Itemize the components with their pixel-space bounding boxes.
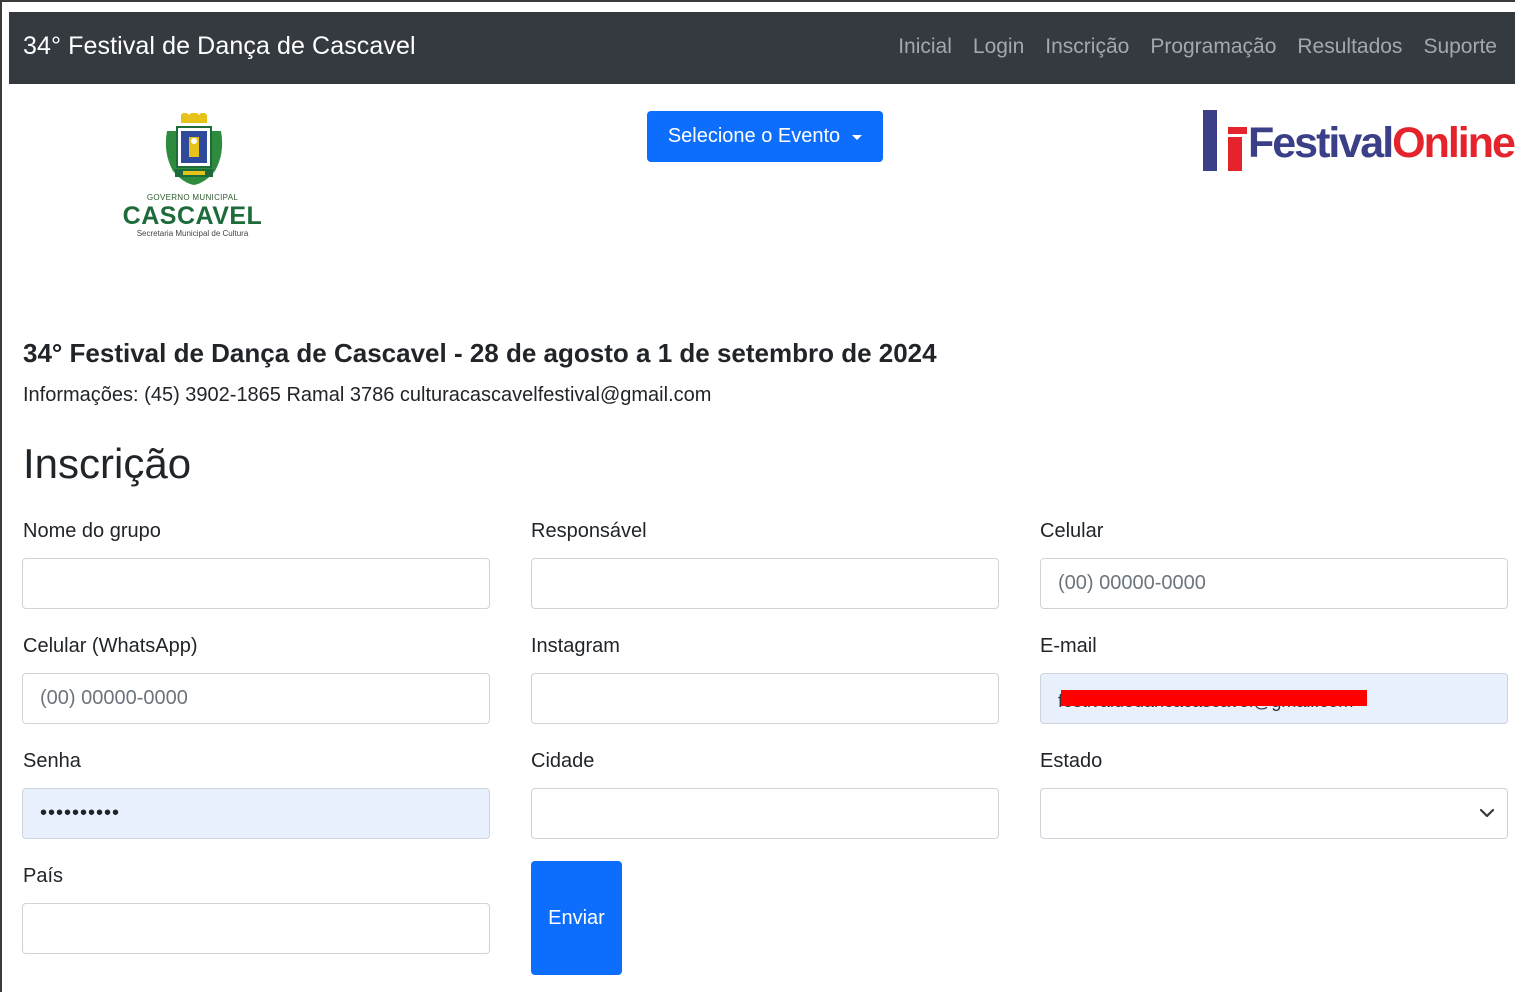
cascavel-logo: GOVERNO MUNICIPAL CASCAVEL Secretaria Mu…: [120, 113, 265, 243]
logo-line-cascavel: CASCAVEL: [122, 202, 263, 230]
nav-link-resultados[interactable]: Resultados: [1297, 35, 1402, 59]
event-title: 34° Festival de Dança de Cascavel - 28 d…: [23, 338, 937, 368]
responsavel-input[interactable]: [531, 558, 999, 609]
logo-bar-icon: [1228, 137, 1242, 171]
nome-grupo-input[interactable]: [22, 558, 490, 609]
label-instagram: Instagram: [531, 635, 620, 657]
whatsapp-input[interactable]: (00) 00000-0000: [22, 673, 490, 724]
nav-link-inscricao[interactable]: Inscrição: [1045, 35, 1129, 59]
estado-select[interactable]: [1040, 788, 1508, 839]
label-senha: Senha: [23, 750, 81, 772]
chevron-down-icon: [1479, 808, 1495, 818]
top-navbar: 34° Festival de Dança de Cascavel Inicia…: [9, 12, 1515, 84]
festivalonline-logo: FestivalOnline: [1203, 110, 1515, 174]
logo-wordmark: FestivalOnline: [1248, 119, 1515, 167]
submit-button[interactable]: Enviar: [531, 861, 622, 975]
logo-bar-icon: [1228, 127, 1247, 134]
logo-word-festival: Festival: [1248, 119, 1394, 167]
label-celular: Celular: [1040, 520, 1104, 542]
label-responsavel: Responsável: [531, 520, 647, 542]
page-title: Inscrição: [23, 440, 192, 487]
label-pais: País: [23, 865, 64, 887]
logo-word-online: Online: [1392, 119, 1515, 167]
senha-value: ••••••••••: [40, 802, 121, 824]
label-email: E-mail: [1040, 635, 1097, 657]
instagram-input[interactable]: [531, 673, 999, 724]
senha-input[interactable]: ••••••••••: [22, 788, 490, 839]
logo-line-secretaria: Secretaria Municipal de Cultura: [136, 229, 249, 238]
coat-of-arms-icon: [165, 113, 223, 185]
label-nome-grupo: Nome do grupo: [23, 520, 161, 542]
whatsapp-placeholder: (00) 00000-0000: [40, 687, 188, 709]
redaction-bar: [1061, 690, 1367, 706]
email-input[interactable]: festivaldedancacascavel@gmail.com: [1040, 673, 1508, 724]
nav-link-login[interactable]: Login: [973, 35, 1024, 59]
pais-input[interactable]: [22, 903, 490, 954]
select-event-label: Selecione o Evento: [667, 125, 841, 147]
celular-input[interactable]: (00) 00000-0000: [1040, 558, 1508, 609]
nav-link-inicial[interactable]: Inicial: [898, 35, 952, 59]
logo-line-gov: GOVERNO MUNICIPAL: [146, 193, 239, 202]
celular-placeholder: (00) 00000-0000: [1058, 572, 1206, 594]
label-cidade: Cidade: [531, 750, 595, 772]
cidade-input[interactable]: [531, 788, 999, 839]
logo-bar-icon: [1203, 110, 1217, 171]
nav-link-suporte[interactable]: Suporte: [1423, 35, 1497, 59]
nav-link-programacao[interactable]: Programação: [1150, 35, 1276, 59]
label-estado: Estado: [1040, 750, 1103, 772]
select-event-dropdown[interactable]: Selecione o Evento: [647, 111, 883, 162]
nav-links: Inicial Login Inscrição Programação Resu…: [898, 35, 1497, 59]
label-whatsapp: Celular (WhatsApp): [23, 635, 198, 657]
event-info: Informações: (45) 3902-1865 Ramal 3786 c…: [23, 384, 712, 406]
brand-title[interactable]: 34° Festival de Dança de Cascavel: [23, 32, 416, 61]
caret-down-icon: [852, 135, 863, 140]
